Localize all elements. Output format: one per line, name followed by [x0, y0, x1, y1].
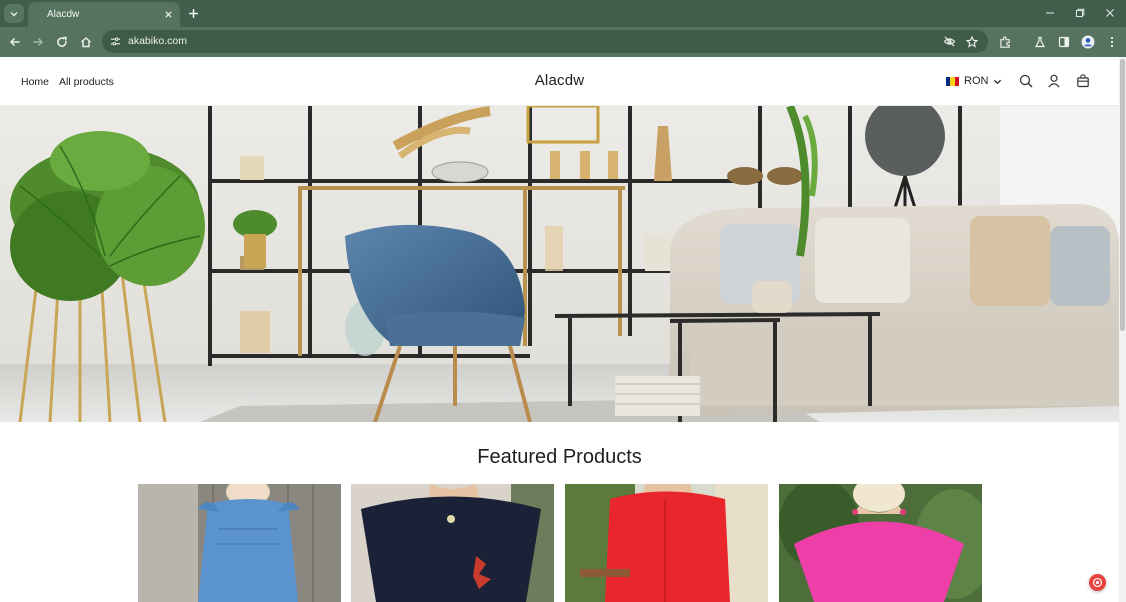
product-card-2[interactable]	[351, 484, 554, 602]
account-icon	[1048, 74, 1060, 88]
side-panel-icon	[1058, 36, 1070, 48]
cart-button[interactable]	[1075, 73, 1091, 89]
site-info-button[interactable]	[108, 34, 123, 49]
chevron-down-icon	[994, 79, 1002, 84]
close-icon	[164, 10, 172, 18]
window-close-button[interactable]	[1102, 6, 1118, 20]
product-card-3[interactable]	[565, 484, 768, 602]
blue-ruffle-top-photo	[138, 484, 341, 602]
minimize-button[interactable]	[1042, 6, 1058, 20]
web-page: Home All products Alacdw RON Featured Pr…	[0, 57, 1119, 602]
labs-flask-icon	[1034, 36, 1046, 48]
tracking-eye-off-icon	[943, 36, 956, 47]
labs-button[interactable]	[1031, 33, 1049, 51]
back-button[interactable]	[6, 33, 24, 51]
currency-selector[interactable]: RON	[946, 75, 1002, 87]
scrollbar-thumb[interactable]	[1120, 59, 1125, 331]
product-card-1[interactable]	[138, 484, 341, 602]
red-tunic-dress-photo	[565, 484, 768, 602]
account-button[interactable]	[1046, 73, 1062, 89]
restore-icon	[1076, 8, 1085, 17]
window-close-icon	[1106, 9, 1114, 17]
search-button[interactable]	[1018, 73, 1034, 89]
currency-label: RON	[964, 75, 989, 87]
hero-banner[interactable]	[0, 106, 1119, 422]
new-tab-button[interactable]	[185, 5, 201, 21]
tab-title: Alacdw	[47, 9, 80, 20]
cart-bag-icon	[1077, 74, 1089, 88]
site-header: Home All products Alacdw RON	[0, 57, 1119, 106]
site-info-icon	[110, 37, 121, 46]
extensions-button[interactable]	[996, 33, 1014, 51]
side-panel-button[interactable]	[1055, 33, 1073, 51]
kebab-menu-icon	[1110, 36, 1114, 48]
address-bar[interactable]: akabiko.com	[102, 30, 988, 53]
profile-avatar-icon	[1081, 35, 1095, 49]
reload-button[interactable]	[53, 33, 71, 51]
bookmark-star-icon	[965, 35, 978, 48]
url-text[interactable]: akabiko.com	[128, 35, 187, 47]
forward-icon	[33, 37, 44, 47]
profile-button[interactable]	[1079, 33, 1097, 51]
minimize-icon	[1046, 12, 1054, 14]
navy-butterfly-top-photo	[351, 484, 554, 602]
extensions-icon	[999, 36, 1010, 48]
home-icon	[81, 37, 91, 48]
living-room-banner-image	[0, 106, 1119, 422]
forward-button[interactable]	[29, 33, 47, 51]
new-tab-icon	[188, 8, 198, 18]
featured-products-title: Featured Products	[477, 446, 642, 468]
active-tab[interactable]: Alacdw	[28, 2, 180, 27]
home-button[interactable]	[77, 33, 95, 51]
browser-menu-button[interactable]	[1103, 33, 1121, 51]
chat-widget-button[interactable]	[1089, 574, 1106, 591]
product-card-4[interactable]	[779, 484, 982, 602]
reload-icon	[57, 36, 67, 47]
tab-list-icon	[10, 11, 18, 16]
browser-tab-strip: Alacdw	[0, 0, 1126, 27]
page-scrollbar[interactable]	[1119, 57, 1126, 602]
pink-batwing-top-photo	[779, 484, 982, 602]
browser-toolbar: akabiko.com	[0, 27, 1126, 57]
chat-support-icon	[1092, 577, 1103, 588]
romania-flag-icon	[946, 76, 959, 86]
restore-button[interactable]	[1072, 6, 1088, 20]
back-icon	[9, 37, 20, 47]
tab-list-button[interactable]	[4, 4, 24, 23]
tracking-protection-button[interactable]	[942, 34, 957, 49]
bookmark-button[interactable]	[964, 34, 979, 49]
search-icon	[1019, 74, 1033, 88]
tab-close-button[interactable]	[161, 7, 175, 21]
